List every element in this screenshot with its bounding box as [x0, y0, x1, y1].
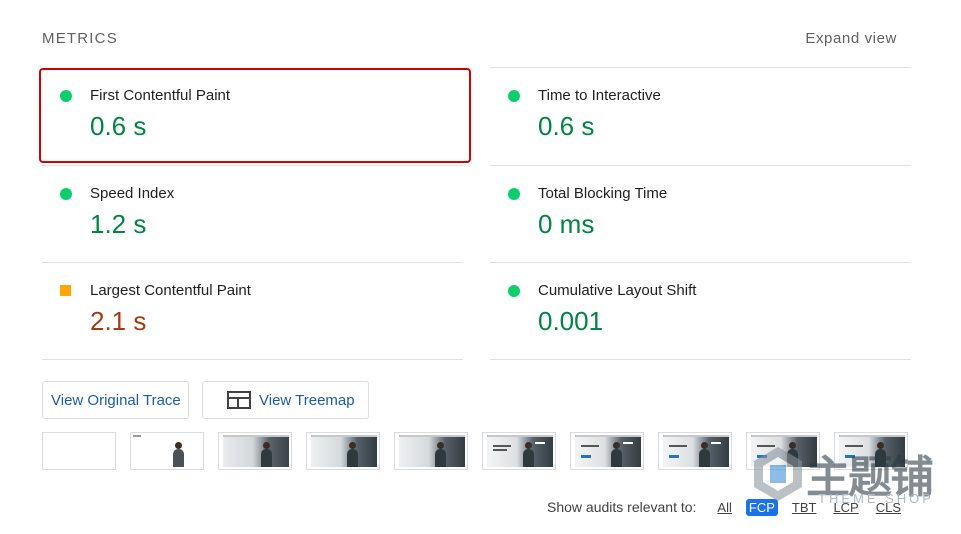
view-original-trace-button[interactable]: View Original Trace — [42, 381, 189, 419]
metric-value: 0.001 — [538, 306, 604, 336]
metric-value: 1.2 s — [90, 209, 147, 239]
metric-value: 0.6 s — [538, 111, 595, 141]
filmstrip-frame — [834, 432, 908, 470]
filmstrip-frame — [746, 432, 820, 470]
view-treemap-button[interactable]: View Treemap — [202, 381, 369, 419]
filmstrip-frame — [42, 432, 116, 470]
average-indicator-icon — [60, 285, 71, 296]
button-label: View Original Trace — [51, 391, 181, 409]
treemap-icon — [227, 391, 251, 409]
pass-indicator-icon — [60, 188, 72, 200]
divider — [490, 359, 911, 360]
metric-label: Largest Contentful Paint — [90, 282, 251, 299]
pass-indicator-icon — [508, 90, 520, 102]
metrics-title: METRICS — [42, 30, 118, 47]
filter-tbt[interactable]: TBT — [789, 499, 820, 516]
filmstrip-frame — [658, 432, 732, 470]
filter-lead-text: Show audits relevant to: — [547, 499, 697, 515]
filmstrip-frame — [306, 432, 380, 470]
button-label: View Treemap — [259, 391, 355, 409]
filter-lcp[interactable]: LCP — [830, 499, 861, 516]
filmstrip-frame — [218, 432, 292, 470]
metric-value: 0 ms — [538, 209, 595, 239]
filmstrip-frame — [482, 432, 556, 470]
filmstrip-frame — [130, 432, 204, 470]
metric-total-blocking-time: Total Blocking Time 0 ms — [490, 166, 910, 262]
filter-fcp[interactable]: FCP — [745, 498, 778, 516]
metric-largest-contentful-paint: Largest Contentful Paint 2.1 s — [42, 263, 462, 359]
metric-label: Time to Interactive — [538, 87, 661, 104]
metric-value: 0.6 s — [90, 111, 147, 141]
audit-filter-bar: Show audits relevant to: All FCP TBT LCP… — [547, 497, 915, 517]
metric-first-contentful-paint: First Contentful Paint 0.6 s — [42, 68, 462, 164]
pass-indicator-icon — [508, 188, 520, 200]
metric-label: Total Blocking Time — [538, 185, 668, 202]
pass-indicator-icon — [60, 90, 72, 102]
metric-label: First Contentful Paint — [90, 87, 231, 104]
filter-cls[interactable]: CLS — [873, 499, 904, 516]
metric-cumulative-layout-shift: Cumulative Layout Shift 0.001 — [490, 263, 910, 359]
metric-speed-index: Speed Index 1.2 s — [42, 166, 462, 262]
metric-label: Speed Index — [90, 185, 175, 202]
metric-time-to-interactive: Time to Interactive 0.6 s — [490, 68, 910, 164]
filmstrip-frame — [570, 432, 644, 470]
filter-all[interactable]: All — [714, 499, 734, 516]
divider — [42, 359, 463, 360]
filmstrip-frame — [394, 432, 468, 470]
expand-view-toggle[interactable]: Expand view — [805, 30, 897, 47]
metrics-header: METRICS Expand view — [42, 30, 897, 50]
metric-label: Cumulative Layout Shift — [538, 282, 697, 299]
pass-indicator-icon — [508, 285, 520, 297]
metric-value: 2.1 s — [90, 306, 147, 336]
